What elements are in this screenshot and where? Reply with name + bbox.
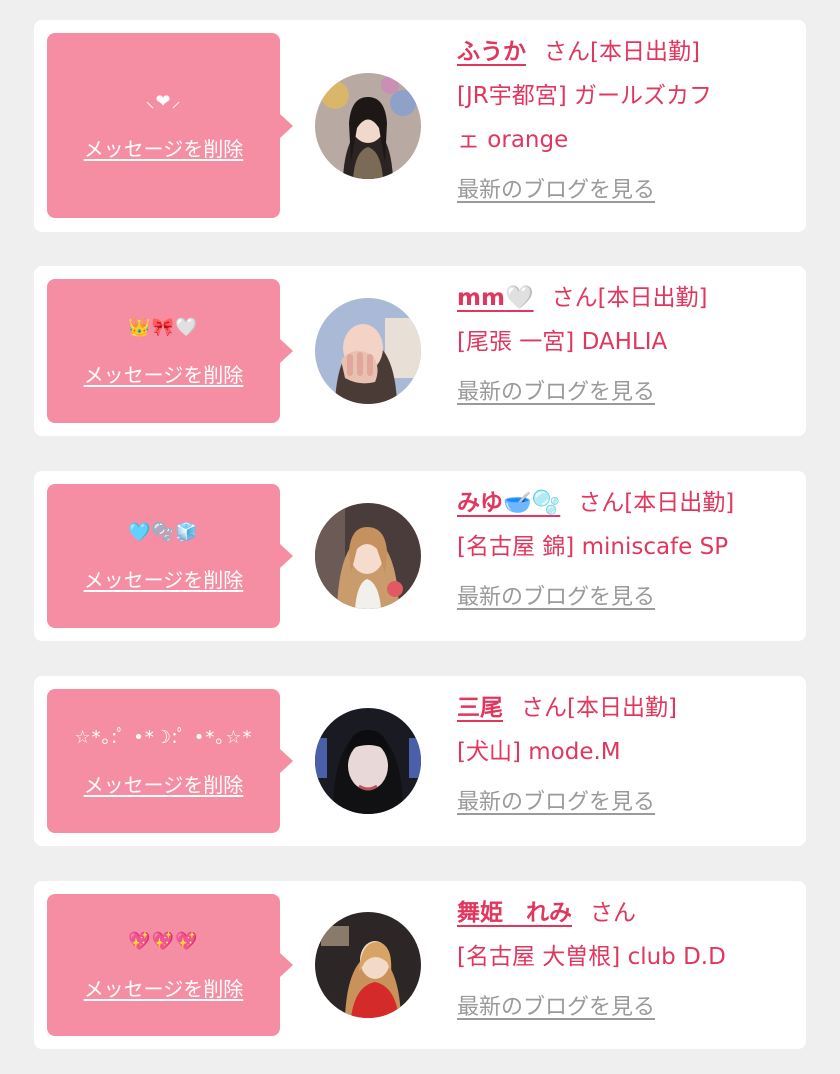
delete-message-link[interactable]: メッセージを削除 <box>84 133 244 162</box>
avatar[interactable] <box>315 708 421 814</box>
avatar[interactable] <box>315 73 421 179</box>
honorific: さん <box>544 39 590 65</box>
girl-info: みゆ🥣🫧 さん[本日出勤] [名古屋 錦] miniscafe SP 最新のブログ… <box>457 481 797 620</box>
message-bubble: 🩵🫧🧊 メッセージを削除 <box>47 484 293 628</box>
girl-name-emoji: 🤍 <box>504 285 534 311</box>
honorific: さん <box>590 900 636 926</box>
girl-info: 舞姫 れみ さん [名古屋 大曽根] club D.D 最新のブログを見る <box>457 891 797 1030</box>
honorific: さん <box>551 285 598 311</box>
girl-info: ふうか さん[本日出勤] [JR宇都宮] ガールズカフ ェ orange 最新のブ… <box>457 30 797 213</box>
girl-info: mm🤍 さん[本日出勤] [尾張 一宮] DAHLIA 最新のブログを見る <box>457 276 797 415</box>
list-item: 🩵🫧🧊 メッセージを削除 みゆ🥣🫧 さん[本日出勤] [名古屋 錦] minisc… <box>34 471 806 641</box>
view-blog-link[interactable]: 最新のブログを見る <box>457 781 655 825</box>
girl-name-link[interactable]: mm🤍 <box>457 285 534 311</box>
view-blog-link[interactable]: 最新のブログを見る <box>457 986 655 1030</box>
shop-name: [JR宇都宮] ガールズカフ <box>457 83 713 109</box>
status-badge: [本日出勤] <box>597 285 708 311</box>
view-blog-link[interactable]: 最新のブログを見る <box>457 371 655 415</box>
list-item: ☆*｡:ﾟ •*☽:ﾟ •*｡☆* メッセージを削除 三尾 さん[本日出勤] [犬… <box>34 676 806 846</box>
girl-name: 舞姫 れみ <box>457 900 572 926</box>
avatar[interactable] <box>315 298 421 404</box>
girl-name: mm <box>457 285 505 311</box>
delete-message-link[interactable]: メッセージを削除 <box>84 973 244 1002</box>
list-item: ⸜❤︎⸝ メッセージを削除 ふうか さん[本日出勤] [JR宇都宮] ガールズカフ… <box>34 20 806 232</box>
message-text: 💖💖💖 <box>128 930 199 952</box>
list-item: 💖💖💖 メッセージを削除 舞姫 れみ さん [名古屋 大曽根] club D.D … <box>34 881 806 1049</box>
honorific: さん <box>578 490 625 516</box>
view-blog-link[interactable]: 最新のブログを見る <box>457 169 655 213</box>
status-badge: [本日出勤] <box>624 490 735 516</box>
message-text: ☆*｡:ﾟ •*☽:ﾟ •*｡☆* <box>74 726 253 748</box>
girl-name: みゆ <box>457 490 503 516</box>
message-bubble: 💖💖💖 メッセージを削除 <box>47 894 293 1036</box>
message-bubble: ⸜❤︎⸝ メッセージを削除 <box>47 33 293 218</box>
message-bubble: 👑🎀🤍 メッセージを削除 <box>47 279 293 423</box>
status-badge: [本日出勤] <box>590 39 700 65</box>
view-blog-link[interactable]: 最新のブログを見る <box>457 576 655 620</box>
delete-message-link[interactable]: メッセージを削除 <box>84 769 244 798</box>
girl-name: ふうか <box>457 39 526 65</box>
girl-name-link[interactable]: 三尾 <box>457 695 503 721</box>
status-badge: [本日出勤] <box>567 695 677 721</box>
message-bubble: ☆*｡:ﾟ •*☽:ﾟ •*｡☆* メッセージを削除 <box>47 689 293 833</box>
girl-name: 三尾 <box>457 695 503 721</box>
shop-name-cont: ェ orange <box>457 127 569 153</box>
girl-info: 三尾 さん[本日出勤] [犬山] mode.M 最新のブログを見る <box>457 686 797 825</box>
message-text: 👑🎀🤍 <box>128 316 199 338</box>
shop-name: [名古屋 大曽根] club D.D <box>457 944 726 970</box>
message-text: ⸜❤︎⸝ <box>145 91 182 112</box>
shop-name: [尾張 一宮] DAHLIA <box>457 329 668 355</box>
avatar[interactable] <box>315 912 421 1018</box>
girl-name-emoji: 🥣🫧 <box>503 490 561 516</box>
message-text: 🩵🫧🧊 <box>128 521 199 543</box>
girl-name-link[interactable]: ふうか <box>457 39 526 65</box>
girl-name-link[interactable]: 舞姫 れみ <box>457 900 572 926</box>
delete-message-link[interactable]: メッセージを削除 <box>84 564 244 593</box>
avatar[interactable] <box>315 503 421 609</box>
shop-name: [犬山] mode.M <box>457 739 621 765</box>
shop-name: [名古屋 錦] miniscafe SP <box>457 534 729 560</box>
honorific: さん <box>521 695 567 721</box>
girl-name-link[interactable]: みゆ🥣🫧 <box>457 490 560 516</box>
list-item: 👑🎀🤍 メッセージを削除 mm🤍 さん[本日出勤] [尾張 一宮] DAHLIA … <box>34 266 806 436</box>
delete-message-link[interactable]: メッセージを削除 <box>84 359 244 388</box>
